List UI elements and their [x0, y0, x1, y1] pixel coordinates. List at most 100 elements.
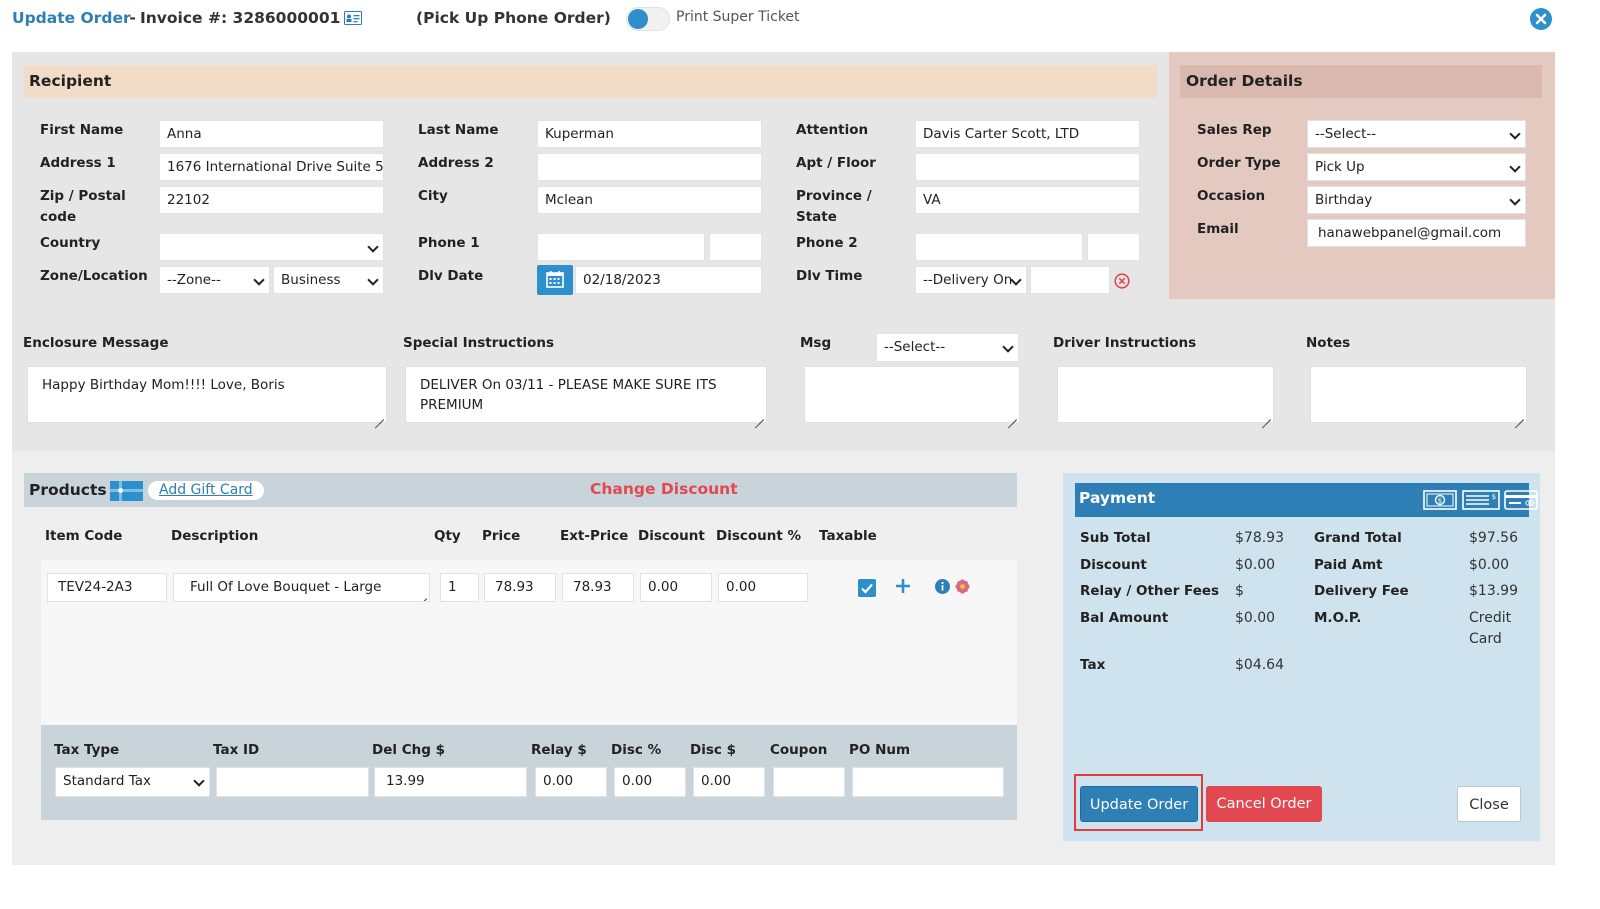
- resize-grip-icon[interactable]: [1262, 411, 1271, 420]
- close-button[interactable]: Close: [1457, 786, 1521, 822]
- qty-input[interactable]: 1: [440, 573, 479, 602]
- dlv-date-input[interactable]: 02/18/2023: [575, 266, 762, 294]
- apt-floor-input[interactable]: [915, 153, 1140, 181]
- occasion-select[interactable]: Birthday: [1307, 186, 1526, 214]
- dlv-date-label: Dlv Date: [418, 268, 484, 284]
- cancel-order-button[interactable]: Cancel Order: [1206, 786, 1322, 822]
- coupon-input[interactable]: [773, 767, 845, 797]
- products-header-bar: Products Add Gift Card Change Discount: [24, 473, 1017, 507]
- chevron-down-icon: [253, 274, 265, 286]
- check-icon[interactable]: $: [1462, 489, 1500, 511]
- relay-input[interactable]: 0.00: [535, 767, 607, 797]
- phone2-ext-input[interactable]: [1087, 233, 1140, 261]
- chevron-down-icon: [1509, 128, 1521, 140]
- svg-text:$: $: [1492, 493, 1496, 501]
- attention-input[interactable]: Davis Carter Scott, LTD: [915, 120, 1140, 148]
- grand-total-value: $97.56: [1469, 530, 1518, 546]
- tax-id-input[interactable]: [216, 767, 369, 797]
- delivery-fee-value: $13.99: [1469, 583, 1518, 599]
- driver-instructions-textarea[interactable]: [1057, 366, 1274, 423]
- special-instructions-text: DELIVER On 03/11 - PLEASE MAKE SURE ITS …: [420, 377, 717, 413]
- occasion-label: Occasion: [1197, 188, 1266, 204]
- po-num-label: PO Num: [849, 742, 911, 758]
- close-window-icon[interactable]: [1530, 8, 1552, 30]
- po-num-input[interactable]: [852, 767, 1004, 797]
- country-select[interactable]: [159, 233, 384, 261]
- city-input[interactable]: Mclean: [537, 186, 762, 214]
- paid-amt-value: $0.00: [1469, 557, 1510, 573]
- price-input[interactable]: 78.93: [484, 573, 556, 602]
- tax-type-select[interactable]: Standard Tax: [55, 767, 210, 797]
- resize-grip-icon[interactable]: [375, 411, 384, 420]
- address1-input[interactable]: 1676 International Drive Suite 56: [159, 153, 384, 181]
- update-order-button[interactable]: Update Order: [1080, 786, 1198, 822]
- first-name-label: First Name: [40, 122, 124, 138]
- phone1-ext-input[interactable]: [709, 233, 762, 261]
- special-instructions-label: Special Instructions: [403, 335, 555, 351]
- ext-price-input[interactable]: 78.93: [562, 573, 634, 602]
- zip-input[interactable]: 22102: [159, 186, 384, 214]
- occasion-value: Birthday: [1315, 192, 1373, 208]
- clear-time-icon[interactable]: [1114, 273, 1130, 289]
- credit-card-icon[interactable]: [1504, 489, 1538, 511]
- add-gift-card-link[interactable]: Add Gift Card: [148, 481, 264, 500]
- address2-input[interactable]: [537, 153, 762, 181]
- phone2-label: Phone 2: [796, 235, 858, 251]
- calendar-button[interactable]: [537, 265, 573, 295]
- page-header: Update Order - Invoice #: 3286000001 (Pi…: [12, 7, 1572, 32]
- location-type-select[interactable]: Business: [273, 266, 384, 294]
- col-price: Price: [482, 528, 521, 544]
- discount-input[interactable]: 0.00: [640, 573, 712, 602]
- payment-section-title: Payment: [1079, 489, 1156, 507]
- dlv-time-select[interactable]: --Delivery On: [915, 266, 1027, 294]
- resize-grip-icon[interactable]: [1008, 411, 1017, 420]
- mop-value: Credit: [1469, 610, 1512, 626]
- phone1-input[interactable]: [537, 233, 705, 261]
- dlv-time-label: Dlv Time: [796, 268, 863, 284]
- special-instructions-textarea[interactable]: DELIVER On 03/11 - PLEASE MAKE SURE ITS …: [405, 366, 767, 423]
- enclosure-textarea[interactable]: Happy Birthday Mom!!!! Love, Boris: [27, 366, 387, 423]
- add-row-icon[interactable]: [895, 578, 911, 594]
- info-icon[interactable]: [935, 579, 950, 594]
- msg-select[interactable]: --Select--: [876, 333, 1019, 362]
- item-code-input[interactable]: TEV24-2A3: [47, 573, 167, 602]
- sales-rep-select[interactable]: --Select--: [1307, 120, 1526, 148]
- first-name-input[interactable]: Anna: [159, 120, 384, 148]
- col-description: Description: [171, 528, 259, 544]
- flower-icon[interactable]: [955, 579, 970, 594]
- del-chg-input[interactable]: 13.99: [374, 767, 527, 797]
- change-discount-link[interactable]: Change Discount: [590, 480, 738, 498]
- col-discount-pct: Discount %: [716, 528, 802, 544]
- phone1-label: Phone 1: [418, 235, 480, 251]
- gift-card-icon[interactable]: [110, 481, 143, 501]
- bal-amount-label: Bal Amount: [1080, 610, 1169, 626]
- contact-card-icon[interactable]: [344, 11, 362, 25]
- discount-pct-input[interactable]: 0.00: [718, 573, 808, 602]
- disc-amt-input[interactable]: 0.00: [693, 767, 765, 797]
- resize-grip-icon[interactable]: [755, 411, 764, 420]
- print-super-ticket-toggle[interactable]: [626, 7, 670, 31]
- taxable-checkbox[interactable]: [858, 579, 876, 597]
- msg-textarea[interactable]: [804, 366, 1020, 423]
- description-textarea[interactable]: Full Of Love Bouquet - Large: [173, 573, 430, 602]
- col-ext-price: Ext-Price: [560, 528, 629, 544]
- disc-pct-input[interactable]: 0.00: [614, 767, 686, 797]
- resize-grip-icon[interactable]: [418, 590, 427, 599]
- chevron-down-icon: [367, 274, 379, 286]
- attention-label: Attention: [796, 122, 869, 138]
- email-input[interactable]: hanawebpanel@gmail.com: [1307, 219, 1526, 247]
- order-kind: (Pick Up Phone Order): [416, 9, 611, 27]
- order-type-select[interactable]: Pick Up: [1307, 153, 1526, 181]
- notes-textarea[interactable]: [1310, 366, 1527, 423]
- sales-rep-value: --Select--: [1315, 126, 1377, 142]
- province-input[interactable]: VA: [915, 186, 1140, 214]
- products-table: Item Code Description Qty Price Ext-Pric…: [41, 520, 1017, 725]
- last-name-input[interactable]: Kuperman: [537, 120, 762, 148]
- cash-icon[interactable]: $: [1423, 489, 1457, 511]
- phone2-input[interactable]: [915, 233, 1083, 261]
- resize-grip-icon[interactable]: [1515, 411, 1524, 420]
- dlv-time-extra-input[interactable]: [1030, 266, 1110, 294]
- driver-instructions-label: Driver Instructions: [1053, 335, 1197, 351]
- sales-rep-label: Sales Rep: [1197, 122, 1272, 138]
- zone-select[interactable]: --Zone--: [159, 266, 270, 294]
